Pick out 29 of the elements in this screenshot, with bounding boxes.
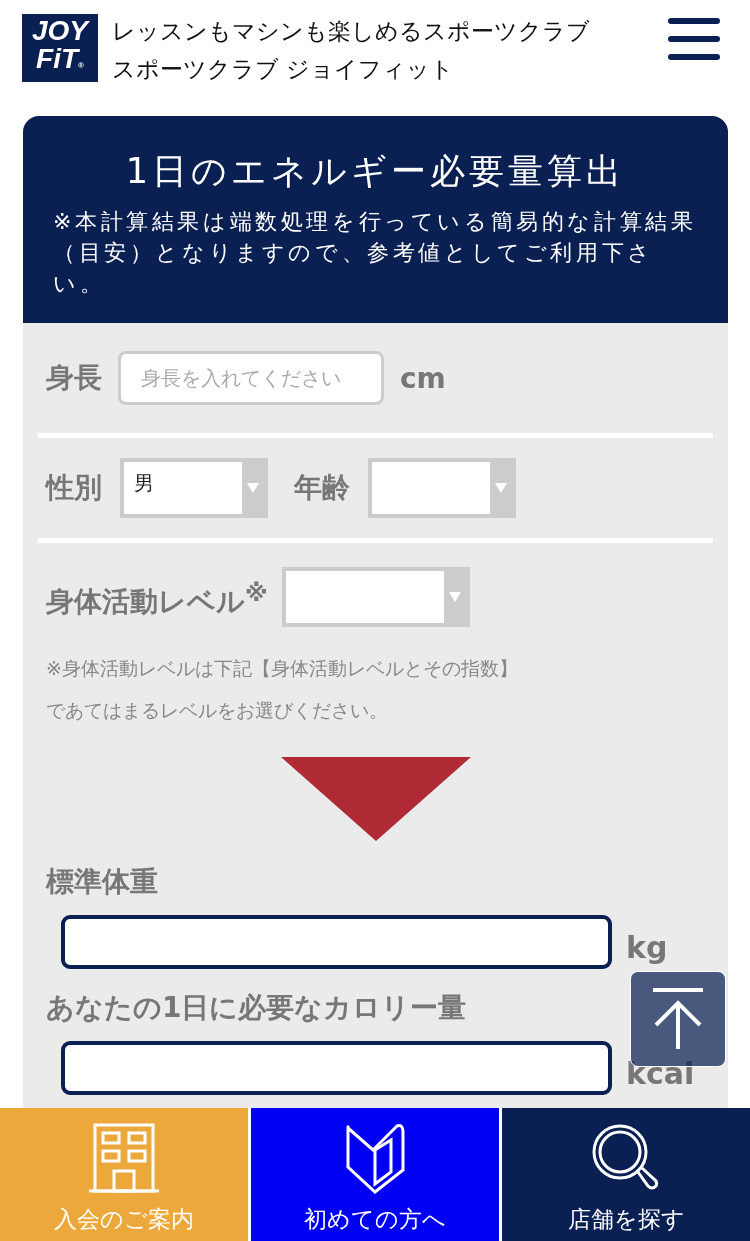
menu-icon[interactable] xyxy=(668,18,720,60)
standard-weight-label: 標準体重 xyxy=(44,864,158,900)
beginner-mark-icon xyxy=(345,1122,405,1194)
calculator-title: 1日のエネルギー必要量算出 xyxy=(124,150,627,193)
nav-tab[interactable]: 店舗を探す xyxy=(502,1108,750,1241)
down-arrow-icon xyxy=(280,757,471,841)
nav-tab[interactable]: 初めての方へ xyxy=(251,1108,499,1241)
caret-icon xyxy=(448,592,461,602)
age-label: 年齢 xyxy=(292,470,350,506)
unit-label: cm xyxy=(400,361,446,395)
activity-note: であてはまるレベルをお選びください。 xyxy=(45,698,389,723)
caret-icon xyxy=(495,483,507,493)
site-name: スポーツクラブ ジョイフィット xyxy=(112,55,456,84)
standard-weight-field[interactable] xyxy=(61,915,612,969)
caret-icon xyxy=(247,483,259,493)
calorie-label: あなたの1日に必要なカロリー量 xyxy=(45,990,467,1026)
unit-label: kg xyxy=(626,929,668,965)
logo[interactable]: JOY FiT® xyxy=(22,14,98,82)
gender-select[interactable]: 男 xyxy=(120,458,268,518)
activity-note: ※身体活動レベルは下記【身体活動レベルとその指数】 xyxy=(45,656,519,681)
gender-label: 性別 xyxy=(44,470,102,506)
activity-label: 身体活動レベル$^{※}$ xyxy=(45,578,268,621)
height-input[interactable]: 身長を入れてください xyxy=(118,351,384,405)
unit-label: kcal xyxy=(626,1055,695,1091)
calorie-field[interactable] xyxy=(61,1041,612,1095)
building-icon xyxy=(89,1122,159,1194)
height-label: 身長 xyxy=(45,360,102,396)
disclaimer: ※本計算結果は端数処理を行っている簡易的な計算結果（目安）となりますので、参考値としてご利用下さい。 xyxy=(53,208,698,298)
tagline: レッスンもマシンも楽しめるスポーツクラブ xyxy=(112,17,591,46)
